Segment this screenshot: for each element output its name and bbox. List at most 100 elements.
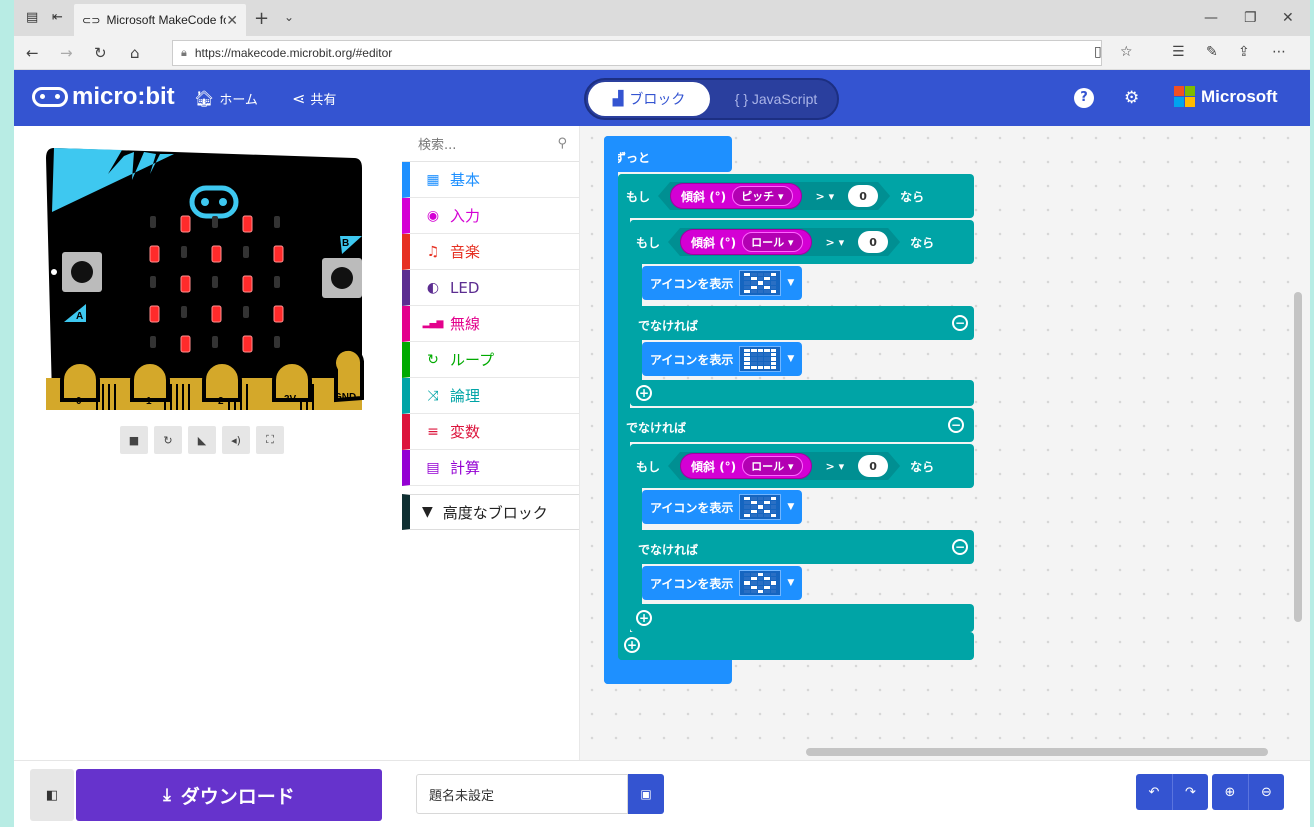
save-icon: ▣: [640, 787, 652, 801]
mute-icon[interactable]: ◂): [222, 426, 250, 454]
share-page-icon[interactable]: ⇪: [1238, 44, 1250, 60]
refresh-icon[interactable]: ↻: [94, 44, 107, 62]
download-button[interactable]: ⤓ ダウンロード: [76, 769, 382, 821]
led-off: [212, 216, 218, 228]
chevron-down-icon: ▼: [422, 504, 433, 520]
led-off: [150, 216, 156, 228]
remove-else-icon[interactable]: −: [952, 539, 968, 555]
zoom-out-button[interactable]: ⊖: [1248, 774, 1284, 810]
reading-view-icon[interactable]: ▯: [1094, 44, 1102, 60]
browser-tab[interactable]: ⊂⊃ Microsoft MakeCode fo ✕: [74, 4, 246, 36]
category-item[interactable]: ◉ 入力: [402, 198, 579, 234]
icon-picker-2[interactable]: [739, 346, 782, 372]
show-icon-label: アイコンを表示: [650, 500, 734, 515]
category-item[interactable]: ▤ 計算: [402, 450, 579, 486]
collapse-simulator-button[interactable]: ◧: [30, 769, 74, 821]
roll-dropdown[interactable]: ロール ▾: [742, 456, 802, 476]
favorite-star-icon[interactable]: ☆: [1120, 44, 1133, 60]
save-button[interactable]: ▣: [628, 774, 664, 814]
number-input[interactable]: 0: [858, 231, 888, 253]
tab-close-icon[interactable]: ✕: [226, 12, 238, 29]
url-field[interactable]: 🔒︎ https://makecode.microbit.org/#editor: [172, 40, 1102, 66]
blocks-workspace[interactable]: ずっと もし 傾斜 (°) ピッチ ▾ > ▾ 0 なら もし 傾斜 (°) ロ…: [580, 126, 1310, 760]
number-input[interactable]: 0: [848, 185, 878, 207]
microbit-board[interactable]: A B 0 1 2 3V GND: [44, 144, 364, 412]
chevron-down-icon[interactable]: ▼: [787, 578, 794, 588]
stop-icon[interactable]: ■: [120, 426, 148, 454]
tilt-reporter-roll[interactable]: 傾斜 (°) ロール ▾: [680, 453, 812, 479]
undo-button[interactable]: ↶: [1136, 774, 1172, 810]
chevron-down-icon[interactable]: ▼: [787, 354, 794, 364]
operator-dropdown[interactable]: > ▾: [818, 231, 853, 253]
category-item[interactable]: ↻ ループ: [402, 342, 579, 378]
chevron-down-icon[interactable]: ▼: [787, 502, 794, 512]
icon-picker-4[interactable]: [739, 570, 782, 596]
add-else-icon[interactable]: +: [636, 385, 652, 401]
back-icon[interactable]: ←: [26, 44, 39, 62]
advanced-blocks-toggle[interactable]: ▼ 高度なブロック: [402, 494, 579, 530]
roll-dropdown[interactable]: ロール ▾: [742, 232, 802, 252]
compare-block-outer[interactable]: 傾斜 (°) ピッチ ▾ > ▾ 0: [658, 182, 890, 210]
tilt-reporter-pitch[interactable]: 傾斜 (°) ピッチ ▾: [670, 183, 802, 209]
zoom-in-button[interactable]: ⊕: [1212, 774, 1248, 810]
remove-else-icon[interactable]: −: [952, 315, 968, 331]
pen-icon[interactable]: ✎: [1206, 44, 1218, 60]
close-window-button[interactable]: ✕: [1282, 10, 1294, 26]
fullscreen-icon[interactable]: ⛶: [256, 426, 284, 454]
horizontal-scrollbar[interactable]: [806, 748, 1268, 756]
tilt-label: 傾斜 (°): [681, 189, 727, 204]
category-item[interactable]: ⤨ 論理: [402, 378, 579, 414]
microsoft-label: Microsoft: [1201, 86, 1278, 106]
javascript-mode-button[interactable]: { } JavaScript: [716, 82, 836, 116]
blocks-mode-button[interactable]: ▟ ブロック: [588, 82, 710, 116]
tab-menu-icon[interactable]: ⌄: [284, 10, 294, 24]
show-icon-block-3[interactable]: アイコンを表示 ▼: [642, 490, 803, 524]
vertical-scrollbar[interactable]: [1294, 292, 1302, 622]
operator-dropdown[interactable]: > ▾: [808, 185, 843, 207]
number-input[interactable]: 0: [858, 455, 888, 477]
search-input[interactable]: 検索...: [418, 134, 557, 153]
help-icon[interactable]: ?: [1074, 88, 1094, 108]
pitch-dropdown[interactable]: ピッチ ▾: [732, 186, 792, 206]
search-icon[interactable]: ⚲: [557, 136, 567, 151]
category-item[interactable]: ▂▄▆ 無線: [402, 306, 579, 342]
home-button[interactable]: 🏠︎ ホーム: [194, 89, 258, 108]
favorites-list-icon[interactable]: ☰: [1172, 44, 1185, 60]
restart-icon[interactable]: ↻: [154, 426, 182, 454]
add-else-icon[interactable]: +: [624, 637, 640, 653]
compare-block-inner-1[interactable]: 傾斜 (°) ロール ▾ > ▾ 0: [668, 228, 900, 256]
show-icon-block-2[interactable]: アイコンを表示 ▼: [642, 342, 803, 376]
add-else-icon[interactable]: +: [636, 610, 652, 626]
tab-back-icon[interactable]: ⇤: [52, 10, 63, 25]
if-inner-2-bottom: [630, 604, 974, 632]
icon-picker-3[interactable]: [739, 494, 782, 520]
project-name-input[interactable]: 題名未設定: [416, 774, 628, 814]
icon-picker-1[interactable]: [739, 270, 782, 296]
category-item[interactable]: ♫ 音楽: [402, 234, 579, 270]
category-item[interactable]: ◐ LED: [402, 270, 579, 306]
operator-dropdown[interactable]: > ▾: [818, 455, 853, 477]
redo-button[interactable]: ↷: [1172, 774, 1208, 810]
slowmo-icon[interactable]: ◣: [188, 426, 216, 454]
restore-button[interactable]: ❐: [1244, 10, 1257, 26]
home-icon[interactable]: ⌂: [130, 44, 140, 62]
share-button[interactable]: ⋖ 共有: [292, 89, 336, 108]
settings-icon[interactable]: ⚙: [1124, 88, 1139, 108]
new-tab-button[interactable]: +: [254, 8, 269, 29]
microbit-logo[interactable]: micro:bit: [32, 83, 175, 111]
more-icon[interactable]: ⋯: [1272, 44, 1286, 60]
microsoft-logo[interactable]: Microsoft: [1174, 86, 1278, 107]
minimize-button[interactable]: —: [1204, 10, 1218, 26]
show-icon-block-1[interactable]: アイコンを表示 ▼: [642, 266, 803, 300]
remove-else-icon[interactable]: −: [948, 417, 964, 433]
show-icon-block-4[interactable]: アイコンを表示 ▼: [642, 566, 803, 600]
tilt-reporter-roll[interactable]: 傾斜 (°) ロール ▾: [680, 229, 812, 255]
forward-icon[interactable]: →: [60, 44, 73, 62]
compare-block-inner-2[interactable]: 傾斜 (°) ロール ▾ > ▾ 0: [668, 452, 900, 480]
tab-actions-icon[interactable]: ▤: [26, 10, 38, 25]
toolbox-search[interactable]: 検索... ⚲: [402, 126, 579, 162]
category-item[interactable]: ▦ 基本: [402, 162, 579, 198]
category-item[interactable]: ≡ 変数: [402, 414, 579, 450]
category-icon: ▦: [426, 171, 440, 188]
chevron-down-icon[interactable]: ▼: [787, 278, 794, 288]
